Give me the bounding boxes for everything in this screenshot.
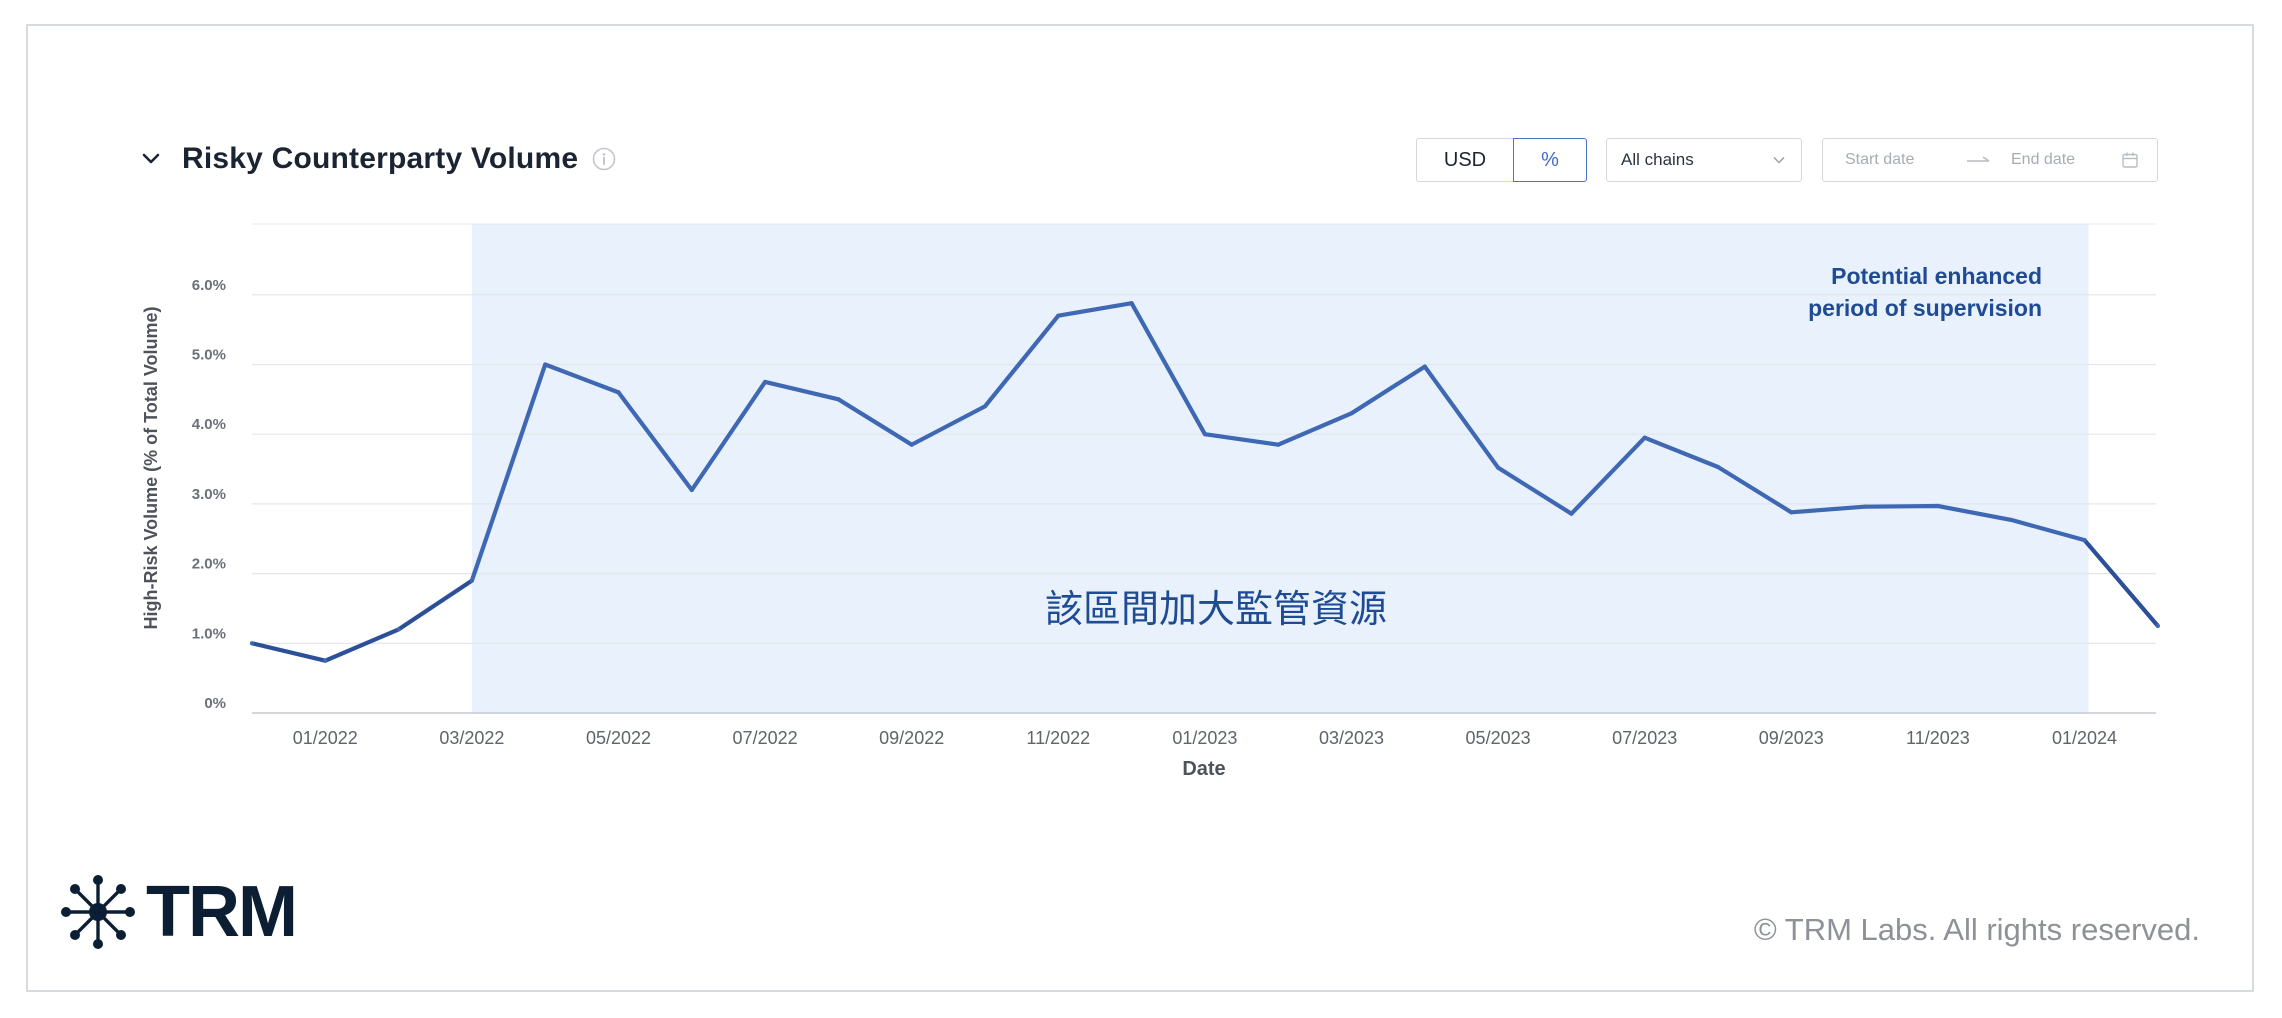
data-point — [1056, 313, 1061, 318]
y-tick-label: 2.0% — [192, 556, 226, 573]
chevron-down-icon — [1771, 152, 1787, 168]
x-tick-label: 09/2023 — [1759, 728, 1824, 748]
data-point — [1276, 442, 1281, 447]
data-point — [1789, 510, 1794, 515]
y-tick-label: 5.0% — [192, 347, 226, 364]
data-point — [616, 390, 621, 395]
info-icon[interactable] — [592, 147, 616, 171]
data-point — [323, 658, 328, 663]
data-point — [249, 641, 255, 646]
data-point — [1715, 464, 1721, 470]
data-point — [396, 627, 401, 632]
chain-select[interactable]: All chains — [1606, 138, 1802, 182]
data-point — [2082, 538, 2087, 543]
x-tick-label: 07/2023 — [1612, 728, 1677, 748]
copyright-text: © TRM Labs. All rights reserved. — [1753, 912, 2200, 947]
chevron-down-icon[interactable] — [140, 148, 162, 170]
calendar-icon[interactable] — [2121, 151, 2139, 169]
y-tick-label: 3.0% — [192, 486, 226, 503]
unit-toggle: USD % — [1416, 138, 1587, 182]
panel-title: Risky Counterparty Volume — [182, 142, 579, 175]
data-point — [689, 487, 694, 493]
y-axis-title: High-Risk Volume (% of Total Volume) — [141, 306, 161, 629]
annotation-chinese: 該區間加大監管資源 — [1045, 587, 1387, 631]
x-tick-label: 05/2023 — [1466, 728, 1531, 748]
series-line-after — [2082, 538, 2160, 628]
usd-button[interactable]: USD — [1416, 138, 1514, 182]
trm-logo: TRM — [60, 872, 298, 952]
data-point — [982, 404, 988, 409]
y-tick-label: 4.0% — [192, 416, 226, 433]
x-tick-label: 07/2022 — [733, 728, 798, 748]
data-point — [1642, 435, 1647, 440]
series-line-before — [249, 578, 474, 663]
x-axis-title: Date — [1182, 758, 1225, 780]
x-tick-label: 11/2023 — [1906, 728, 1970, 748]
x-tick-label: 11/2022 — [1026, 728, 1090, 748]
x-tick-label: 01/2024 — [2052, 728, 2117, 748]
data-point — [1422, 364, 1427, 369]
x-tick-label: 01/2023 — [1172, 728, 1237, 748]
x-tick-label: 09/2022 — [879, 728, 944, 748]
x-tick-label: 01/2022 — [293, 728, 358, 748]
trm-logo-mark-icon — [61, 875, 135, 949]
arrow-right-icon — [1965, 154, 2005, 166]
y-tick-label: 6.0% — [192, 277, 226, 294]
data-point — [1129, 301, 1134, 306]
data-point — [2009, 517, 2014, 523]
data-point — [1349, 411, 1354, 416]
data-point — [1496, 465, 1501, 470]
data-point — [469, 578, 474, 583]
logo-wordmark: TRM — [146, 872, 298, 952]
data-point — [2155, 623, 2160, 628]
x-tick-label: 03/2022 — [439, 728, 504, 748]
chain-select-value: All chains — [1621, 150, 1694, 169]
start-date-input[interactable]: Start date — [1845, 151, 1965, 169]
end-date-input[interactable]: End date — [2011, 151, 2111, 169]
x-tick-label: 03/2023 — [1319, 728, 1384, 748]
date-range-picker: Start date End date — [1822, 138, 2158, 182]
data-point — [1202, 432, 1207, 437]
panel-header: Risky Counterparty Volume — [140, 136, 616, 182]
x-tick-label: 05/2022 — [586, 728, 651, 748]
data-point — [543, 362, 548, 367]
percent-button[interactable]: % — [1513, 138, 1587, 182]
data-point — [763, 379, 768, 385]
y-tick-label: 1.0% — [192, 625, 226, 642]
y-tick-label: 0% — [204, 695, 226, 712]
data-point — [1862, 504, 1867, 509]
data-point — [836, 397, 841, 402]
data-point — [1935, 503, 1940, 509]
data-point — [909, 442, 914, 447]
data-point — [1569, 511, 1574, 516]
